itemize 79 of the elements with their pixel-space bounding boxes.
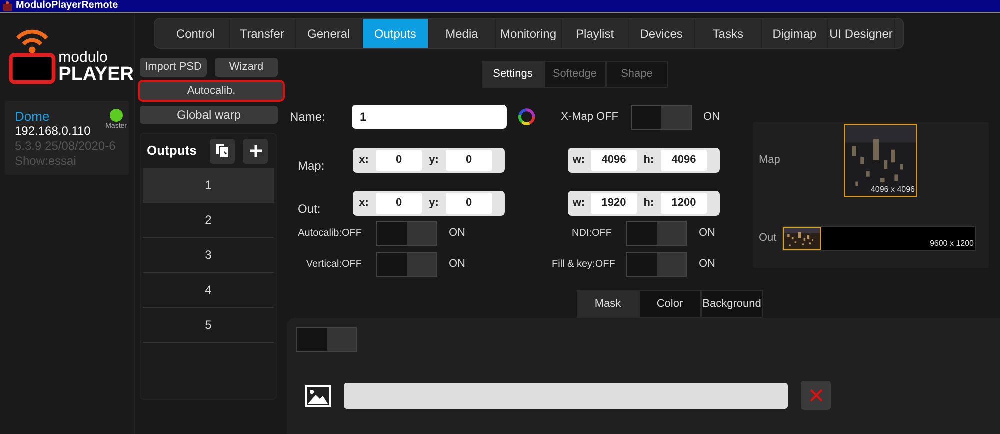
number-field[interactable]: 0 bbox=[376, 150, 422, 171]
logo-text: PLAYER bbox=[58, 65, 134, 84]
number-field[interactable]: 4096 bbox=[661, 150, 707, 171]
color-wheel-icon bbox=[518, 108, 536, 126]
toggle-switch[interactable] bbox=[630, 104, 692, 130]
coordinate-label: y: bbox=[428, 196, 440, 212]
coordinate-label: x: bbox=[358, 196, 370, 212]
field-label: Out: bbox=[297, 200, 322, 218]
plus-icon bbox=[248, 144, 262, 158]
toggle-switch[interactable] bbox=[376, 221, 437, 246]
nav-tab[interactable]: UI Designer bbox=[828, 19, 896, 48]
clear-button[interactable] bbox=[801, 381, 831, 410]
toggle-switch[interactable] bbox=[626, 252, 687, 277]
number-field[interactable]: 1920 bbox=[591, 193, 637, 214]
field-label: Map: bbox=[297, 158, 326, 174]
preview-label: Map bbox=[759, 153, 782, 168]
number-field[interactable]: 0 bbox=[446, 150, 492, 171]
window-title: ModuloPlayerRemote bbox=[16, 1, 118, 11]
toggle-switch[interactable] bbox=[376, 252, 437, 277]
toggle-label: NDI:OFF bbox=[571, 227, 612, 241]
add-button[interactable] bbox=[243, 138, 268, 164]
coordinate-label: x: bbox=[358, 153, 370, 168]
nav-tab[interactable]: Control bbox=[163, 19, 230, 48]
coordinate-label: y: bbox=[428, 153, 440, 168]
duplicate-button[interactable] bbox=[210, 138, 235, 164]
copy-icon bbox=[215, 143, 230, 159]
image-icon bbox=[305, 384, 331, 406]
field-label: Name: bbox=[290, 109, 326, 126]
mask-tab[interactable]: Color bbox=[639, 290, 701, 318]
nav-tab[interactable]: Tasks bbox=[695, 19, 762, 48]
size-label: 4096 x 4096 bbox=[870, 184, 915, 196]
coordinate-label: h: bbox=[642, 153, 656, 168]
wizard-button[interactable]: Wizard bbox=[215, 58, 278, 77]
output-item[interactable]: 3 bbox=[143, 238, 274, 273]
number-field[interactable]: 1200 bbox=[661, 193, 707, 214]
mask-tab[interactable]: Background bbox=[701, 290, 763, 318]
toggle-on-label: ON bbox=[449, 226, 466, 242]
global-warp-button[interactable]: Global warp bbox=[140, 106, 278, 124]
import-psd-button[interactable]: Import PSD bbox=[140, 58, 207, 77]
nav-tab[interactable]: Monitoring bbox=[496, 19, 562, 48]
preview-label: Out bbox=[759, 231, 778, 246]
toggle-on-label: ON bbox=[449, 257, 466, 272]
toggle-switch[interactable] bbox=[296, 327, 357, 352]
name-field[interactable]: 1 bbox=[352, 105, 507, 129]
settings-tab[interactable]: Settings bbox=[482, 61, 544, 88]
output-item[interactable]: 5 bbox=[143, 308, 274, 343]
nav-tab[interactable]: Devices bbox=[628, 19, 696, 48]
device-name: Dome bbox=[15, 109, 50, 124]
file-path-field[interactable] bbox=[344, 382, 788, 408]
logo-text: modulo bbox=[58, 50, 109, 65]
toggle-label: X-Map OFF bbox=[560, 110, 619, 125]
nav-tab[interactable]: Media bbox=[429, 19, 496, 48]
toggle-on-label: ON bbox=[704, 110, 720, 125]
coordinate-label: w: bbox=[572, 153, 586, 168]
nav-tab[interactable]: Transfer bbox=[230, 19, 296, 48]
close-icon bbox=[810, 389, 822, 402]
output-item[interactable]: 1 bbox=[143, 168, 274, 203]
output-item[interactable]: 4 bbox=[143, 273, 274, 308]
mask-tab[interactable]: Mask bbox=[577, 290, 639, 318]
autocalib-button[interactable]: Autocalib. bbox=[140, 82, 283, 100]
device-ip: 192.168.0.110 bbox=[15, 124, 91, 139]
settings-tab[interactable]: Shape bbox=[606, 61, 668, 88]
output-item[interactable]: 2 bbox=[143, 203, 274, 238]
toggle-label: Autocalib:OFF bbox=[297, 227, 362, 241]
app-icon bbox=[2, 1, 13, 11]
nav-tab[interactable]: Digimap bbox=[762, 19, 828, 48]
toggle-switch[interactable] bbox=[626, 221, 687, 246]
number-field[interactable]: 0 bbox=[376, 193, 422, 214]
toggle-on-label: ON bbox=[699, 226, 716, 242]
coordinate-label: w: bbox=[572, 196, 586, 212]
number-field[interactable]: 0 bbox=[446, 193, 492, 214]
settings-tab[interactable]: Softedge bbox=[544, 61, 606, 88]
toggle-on-label: ON bbox=[699, 257, 716, 272]
number-field[interactable]: 4096 bbox=[591, 150, 637, 171]
coordinate-label: h: bbox=[642, 196, 656, 212]
size-label: 9600 x 1200 bbox=[930, 238, 974, 250]
nav-tab[interactable]: Playlist bbox=[562, 19, 629, 48]
outputs-title: Outputs bbox=[147, 142, 198, 160]
toggle-label: Vertical:OFF bbox=[305, 258, 362, 272]
